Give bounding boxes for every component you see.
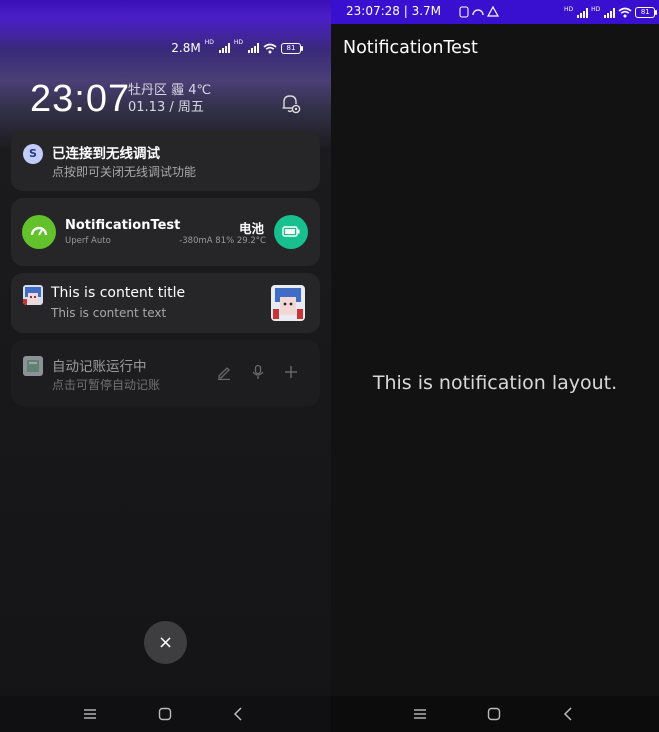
- signal-icon: [248, 43, 259, 53]
- alert-status-icon: [487, 6, 499, 17]
- content-text: This is content text: [51, 306, 167, 320]
- app-name: NotificationTest: [65, 218, 181, 233]
- signal-icon: [604, 7, 616, 18]
- signal-icon: [218, 43, 230, 53]
- bookkeeping-title: 自动记账运行中: [52, 359, 147, 375]
- hd-badge: HD: [204, 39, 214, 46]
- battery-icon[interactable]: [274, 215, 308, 249]
- content-title: This is content title: [51, 285, 186, 301]
- wifi-icon: [263, 43, 277, 53]
- nav-bar: [0, 696, 331, 732]
- add-icon[interactable]: [283, 364, 299, 380]
- status-bar-right: 23:07:28 | 3.7M HD HD 81: [331, 0, 659, 24]
- notification-auto-bookkeeping[interactable]: 自动记账运行中 点击可暂停自动记账: [11, 340, 320, 406]
- bookkeeping-app-icon: [23, 356, 43, 376]
- app-title: NotificationTest: [343, 38, 478, 58]
- status-time-speed: 23:07:28 | 3.7M: [346, 4, 442, 18]
- gauge-icon: [22, 215, 56, 249]
- notification-text: 点按即可关闭无线调试功能: [52, 165, 197, 179]
- weather-date[interactable]: 牡丹区 霾 4℃ 01.13 / 周五: [128, 82, 211, 116]
- app-screen: [331, 0, 659, 732]
- battery-icon: 81: [281, 42, 303, 54]
- menu-icon[interactable]: [82, 706, 98, 722]
- app-subtitle: Uperf Auto: [65, 236, 111, 246]
- notification-uperf[interactable]: NotificationTest Uperf Auto 电池 -380mA 81…: [11, 198, 320, 266]
- battery-title: 电池: [238, 221, 264, 236]
- notification-wireless-debugging[interactable]: S 已连接到无线调试 点按即可关闭无线调试功能: [11, 130, 320, 191]
- wifi-icon: [618, 7, 632, 18]
- notification-settings-icon[interactable]: [280, 93, 302, 115]
- debug-icon: S: [23, 144, 43, 164]
- nav-bar-right: [331, 696, 659, 732]
- network-speed: 2.8M: [171, 41, 201, 55]
- date: 01.13 / 周五: [128, 100, 204, 115]
- battery-icon: 81: [635, 7, 658, 18]
- notification-content[interactable]: This is content title This is content te…: [11, 273, 320, 333]
- status-right-icons: HD HD 81: [564, 6, 658, 18]
- status-bar-left: 2.8M HD HD 81: [171, 39, 303, 56]
- hd-badge: HD: [233, 39, 243, 46]
- clear-all-button[interactable]: ×: [144, 621, 187, 664]
- large-image-icon: [271, 285, 305, 321]
- location-weather: 牡丹区 霾 4℃: [128, 83, 212, 98]
- battery-stats: -380mA 81% 29.2°C: [179, 236, 266, 246]
- home-icon[interactable]: [486, 706, 502, 722]
- edit-icon[interactable]: [216, 364, 232, 380]
- clock[interactable]: 23:07: [30, 78, 130, 121]
- notification-shade: 2.8M HD HD 81 23:07 牡丹区 霾 4℃ 01.13 / 周五 …: [0, 0, 331, 732]
- signal-icon: [577, 7, 589, 18]
- menu-icon[interactable]: [412, 706, 428, 722]
- bookkeeping-text: 点击可暂停自动记账: [52, 378, 161, 392]
- home-icon[interactable]: [157, 706, 173, 722]
- microphone-icon[interactable]: [250, 364, 266, 380]
- app-avatar-icon: [23, 285, 43, 305]
- back-icon[interactable]: [231, 706, 247, 722]
- debug-status-icon: [459, 6, 469, 18]
- notification-layout-text: This is notification layout.: [372, 372, 618, 394]
- hd-badge: HD: [591, 6, 601, 13]
- back-icon[interactable]: [561, 706, 577, 722]
- notification-title: 已连接到无线调试: [52, 146, 160, 162]
- gauge-status-icon: [472, 9, 484, 16]
- hd-badge: HD: [564, 6, 574, 13]
